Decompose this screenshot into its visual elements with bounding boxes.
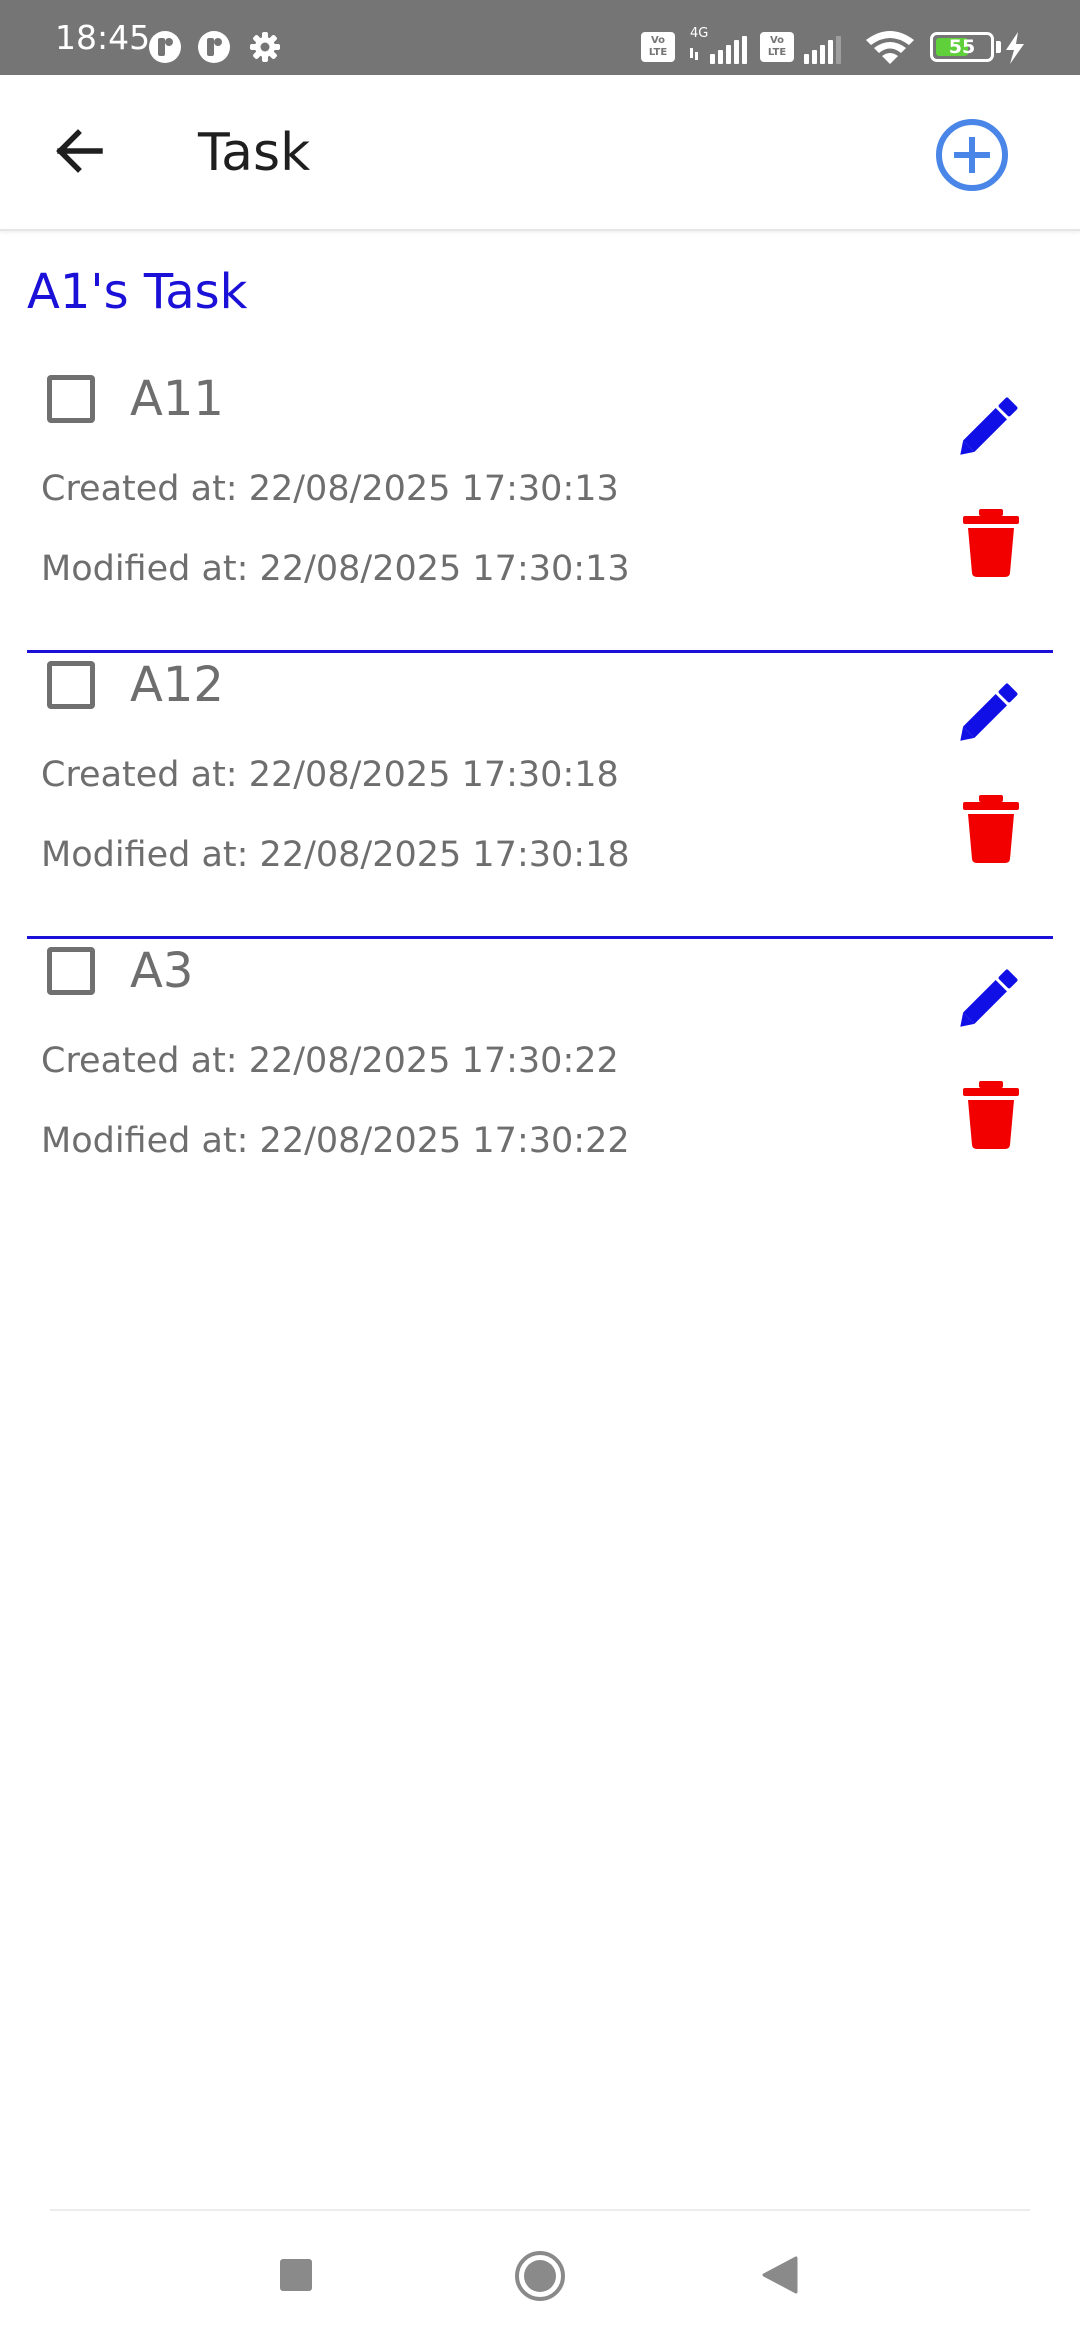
task-modified-at: Modified at: 22/08/2025 17:30:22 xyxy=(41,1121,630,1161)
task-item: A11 Created at: 22/08/2025 17:30:13 Modi… xyxy=(27,367,1053,653)
delete-trash-icon[interactable] xyxy=(963,1079,1019,1151)
signal-icon xyxy=(690,36,747,64)
task-created-at: Created at: 22/08/2025 17:30:13 xyxy=(41,469,619,509)
settings-gear-icon xyxy=(250,32,280,62)
nav-divider xyxy=(50,2209,1030,2211)
task-checkbox[interactable] xyxy=(47,375,95,423)
task-name: A11 xyxy=(130,371,224,427)
wifi-icon xyxy=(866,31,914,64)
task-checkbox[interactable] xyxy=(47,947,95,995)
task-modified-at: Modified at: 22/08/2025 17:30:13 xyxy=(41,549,630,589)
app-bar: Task xyxy=(0,75,1080,231)
battery-tip xyxy=(996,41,1001,53)
task-checkbox[interactable] xyxy=(47,661,95,709)
edit-pencil-icon[interactable] xyxy=(954,961,1026,1033)
back-button[interactable] xyxy=(42,115,114,187)
status-bar: 18:45 Vo LTE 4G Vo LTE 55 xyxy=(0,0,1080,75)
task-item: A3 Created at: 22/08/2025 17:30:22 Modif… xyxy=(27,939,1053,1225)
recents-square-icon[interactable] xyxy=(278,2257,314,2293)
volte-icon: Vo LTE xyxy=(760,32,794,62)
notification-app-icon xyxy=(198,31,230,63)
edit-pencil-icon[interactable] xyxy=(954,389,1026,461)
battery-level: 55 xyxy=(948,36,976,58)
task-created-at: Created at: 22/08/2025 17:30:22 xyxy=(41,1041,619,1081)
charging-bolt-icon xyxy=(1006,32,1024,64)
task-modified-at: Modified at: 22/08/2025 17:30:18 xyxy=(41,835,630,875)
page-title: Task xyxy=(198,123,311,183)
status-time: 18:45 xyxy=(55,18,151,57)
delete-trash-icon[interactable] xyxy=(963,507,1019,579)
signal-icon xyxy=(804,36,841,64)
add-task-button[interactable] xyxy=(934,117,1010,193)
home-circle-icon[interactable] xyxy=(513,2249,567,2303)
battery-icon: 55 xyxy=(930,32,994,62)
task-name: A12 xyxy=(130,657,224,713)
edit-pencil-icon[interactable] xyxy=(954,675,1026,747)
task-name: A3 xyxy=(130,943,194,999)
task-created-at: Created at: 22/08/2025 17:30:18 xyxy=(41,755,619,795)
back-triangle-icon[interactable] xyxy=(760,2255,800,2295)
list-title: A1's Task xyxy=(27,264,248,320)
volte-icon: Vo LTE xyxy=(641,32,675,62)
notification-app-icon xyxy=(149,31,181,63)
arrow-back-icon xyxy=(56,129,103,173)
task-item: A12 Created at: 22/08/2025 17:30:18 Modi… xyxy=(27,653,1053,939)
delete-trash-icon[interactable] xyxy=(963,793,1019,865)
